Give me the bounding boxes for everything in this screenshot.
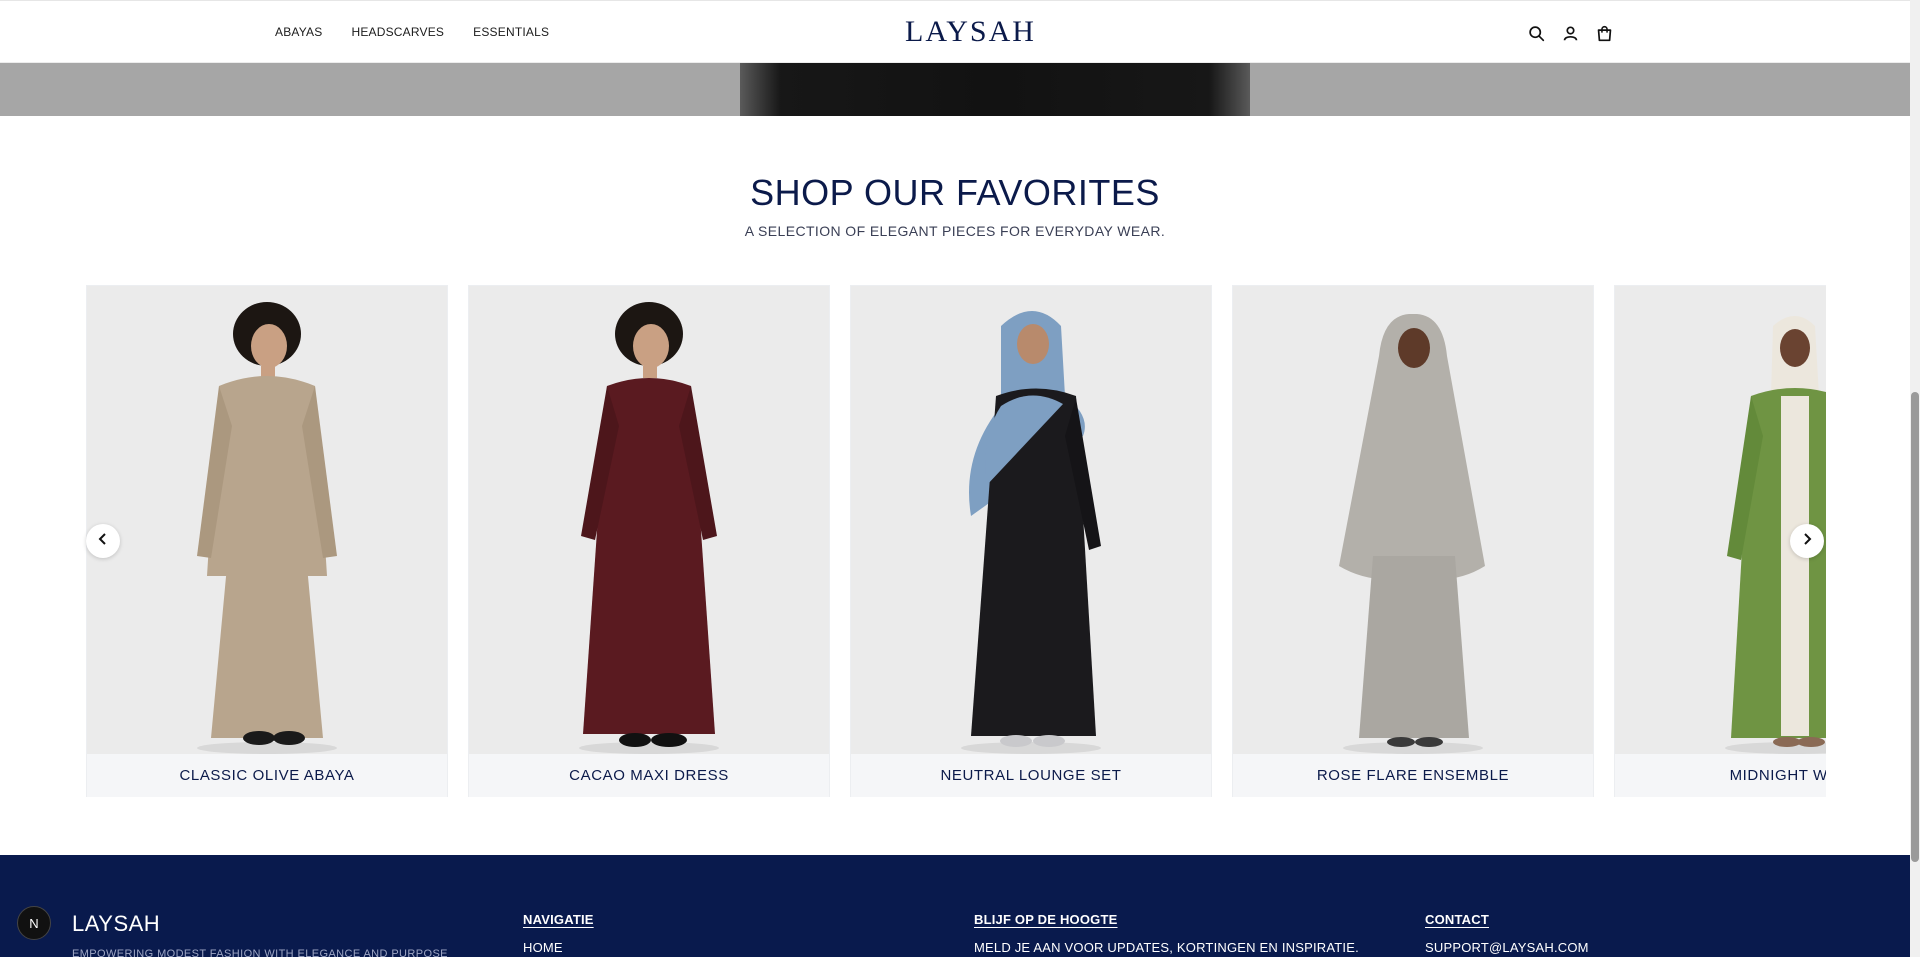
brand-logo[interactable]: LAYSAH (905, 15, 1036, 49)
footer-contact-title: CONTACT (1425, 912, 1489, 927)
product-card[interactable]: ROSE FLARE ENSEMBLE (1232, 285, 1594, 797)
main-nav: ABAYAS HEADSCARVES ESSENTIALS (275, 25, 549, 39)
floating-action-button[interactable]: N (17, 906, 51, 940)
carousel-prev-button[interactable] (86, 524, 120, 558)
product-card[interactable]: NEUTRAL LOUNGE SET (850, 285, 1212, 797)
footer-newsletter-title: BLIJF OP DE HOOGTE (974, 912, 1118, 927)
product-name[interactable]: CACAO MAXI DRESS (469, 754, 829, 797)
product-carousel: CLASSIC OLIVE ABAYA CACAO MAXI DRESS NEU… (86, 285, 1826, 797)
product-card[interactable]: CLASSIC OLIVE ABAYA (86, 285, 448, 797)
site-footer: LAYSAH EMPOWERING MODEST FASHION WITH EL… (0, 855, 1910, 957)
section-subtitle: A SELECTION OF ELEGANT PIECES FOR EVERYD… (744, 223, 1166, 239)
hero-image (740, 63, 1250, 116)
product-image (851, 286, 1211, 754)
search-icon[interactable] (1526, 23, 1546, 43)
cart-icon[interactable] (1594, 23, 1614, 43)
nav-essentials[interactable]: ESSENTIALS (473, 25, 549, 39)
product-image (1615, 286, 1826, 754)
product-name[interactable]: CLASSIC OLIVE ABAYA (87, 754, 447, 797)
footer-nav-title: NAVIGATIE (523, 912, 594, 927)
hero-banner (0, 63, 1910, 116)
header-icons (1526, 23, 1614, 43)
page-scrollbar[interactable] (1910, 0, 1920, 957)
footer-tagline: EMPOWERING MODEST FASHION WITH ELEGANCE … (72, 948, 448, 957)
nav-abayas[interactable]: ABAYAS (275, 25, 322, 39)
footer-contact-email[interactable]: SUPPORT@LAYSAH.COM (1425, 940, 1589, 955)
footer-brand: LAYSAH (72, 911, 161, 936)
chevron-left-icon (97, 532, 109, 550)
site-header: ABAYAS HEADSCARVES ESSENTIALS LAYSAH (0, 0, 1910, 63)
chevron-right-icon (1801, 532, 1813, 550)
product-name[interactable]: MIDNIGHT WRAP (1615, 754, 1826, 797)
footer-newsletter-text: MELD JE AAN VOOR UPDATES, KORTINGEN EN I… (974, 940, 1359, 955)
page: ABAYAS HEADSCARVES ESSENTIALS LAYSAH SHO… (0, 0, 1920, 957)
product-name[interactable]: ROSE FLARE ENSEMBLE (1233, 754, 1593, 797)
scrollbar-thumb[interactable] (1911, 392, 1919, 862)
footer-link-home[interactable]: HOME (523, 940, 563, 955)
product-image (1233, 286, 1593, 754)
nav-headscarves[interactable]: HEADSCARVES (351, 25, 444, 39)
product-image (469, 286, 829, 754)
product-image (87, 286, 447, 754)
account-icon[interactable] (1560, 23, 1580, 43)
carousel-next-button[interactable] (1790, 524, 1824, 558)
section-title: SHOP OUR FAVORITES (750, 172, 1160, 213)
product-card[interactable]: CACAO MAXI DRESS (468, 285, 830, 797)
product-name[interactable]: NEUTRAL LOUNGE SET (851, 754, 1211, 797)
